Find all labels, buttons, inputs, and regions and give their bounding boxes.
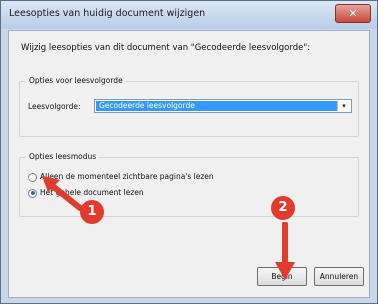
dialog-prompt: Wijzig leesopties van dit document van "… — [21, 43, 311, 53]
close-button[interactable]: ✕ — [335, 4, 371, 23]
reading-order-select[interactable]: Gecodeerde leesvolgorde ▾ — [94, 99, 352, 113]
dialog-window: Leesopties van huidig document wijzigen … — [0, 0, 378, 304]
reading-order-label: Leesvolgorde: — [28, 102, 81, 111]
radio-button[interactable] — [28, 172, 37, 182]
reading-order-group: Opties voor leesvolgorde Leesvolgorde: G… — [19, 76, 359, 137]
chevron-down-icon[interactable]: ▾ — [337, 101, 350, 111]
close-icon: ✕ — [348, 7, 358, 20]
step-badge-1: 1 — [80, 200, 104, 224]
cancel-button[interactable]: Annuleren — [314, 267, 364, 286]
window-title: Leesopties van huidig document wijzigen — [9, 8, 206, 19]
title-bar: Leesopties van huidig document wijzigen … — [1, 1, 377, 29]
reading-mode-legend: Opties leesmodus — [26, 152, 100, 161]
step-badge-2: 2 — [271, 196, 295, 220]
annotation-arrow-2 — [275, 222, 295, 280]
dialog-body: Wijzig leesopties van dit document van "… — [8, 30, 370, 298]
radio-button-selected[interactable] — [28, 188, 37, 198]
reading-order-legend: Opties voor leesvolgorde — [26, 76, 126, 85]
reading-order-selected-value: Gecodeerde leesvolgorde — [96, 101, 337, 111]
